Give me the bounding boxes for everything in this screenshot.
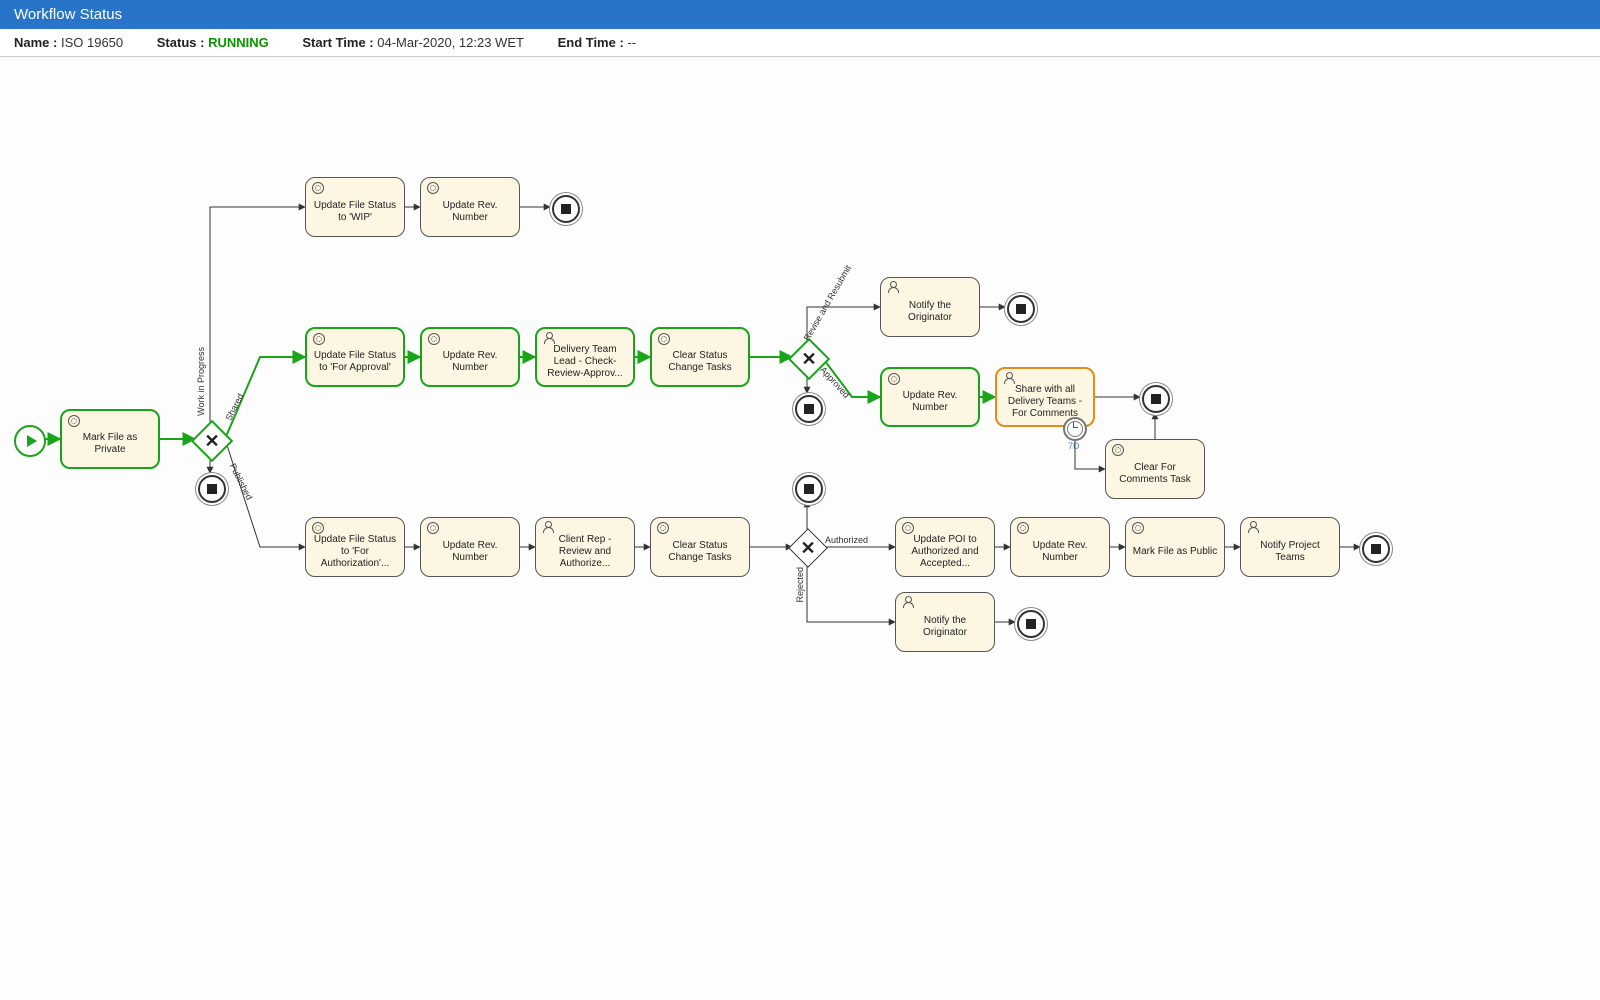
task-upd-for-approval[interactable]: Update File Status to 'For Approval' (305, 327, 405, 387)
meta-start-value: 04-Mar-2020, 12:23 WET (377, 35, 524, 50)
gw-label-shared: Shared (224, 392, 246, 422)
task-label: Update File Status to 'WIP' (312, 200, 398, 224)
gear-icon (1112, 444, 1124, 456)
task-label: Notify the Originator (887, 300, 973, 324)
gw-label-authorized: Authorized (825, 535, 868, 545)
gear-icon (888, 373, 900, 385)
task-mark-private[interactable]: Mark File as Private (60, 409, 160, 469)
task-clear-status-mid[interactable]: Clear Status Change Tasks (650, 327, 750, 387)
task-label: Update POI to Authorized and Accepted... (902, 534, 988, 570)
task-upd-poi[interactable]: Update POI to Authorized and Accepted... (895, 517, 995, 577)
gw-label-rejected: Rejected (795, 567, 805, 603)
task-upd-rev-top[interactable]: Update Rev. Number (420, 177, 520, 237)
task-delivery-lead[interactable]: Delivery Team Lead - Check-Review-Approv… (535, 327, 635, 387)
end-event-wip[interactable] (552, 195, 580, 223)
gear-icon (313, 333, 325, 345)
task-label: Update Rev. Number (428, 350, 512, 374)
gear-icon (658, 333, 670, 345)
meta-status-label: Status : (157, 35, 205, 50)
meta-start-label: Start Time : (302, 35, 373, 50)
end-event-g1[interactable] (198, 475, 226, 503)
user-icon (1247, 521, 1259, 533)
end-event-notify-top[interactable] (1007, 295, 1035, 323)
task-upd-for-auth[interactable]: Update File Status to 'For Authorization… (305, 517, 405, 577)
page-title: Workflow Status (14, 6, 122, 23)
gear-icon (1132, 522, 1144, 534)
task-label: Notify Project Teams (1247, 540, 1333, 564)
gateway-status[interactable]: ✕ (191, 420, 233, 462)
gear-icon (428, 333, 440, 345)
task-label: Delivery Team Lead - Check-Review-Approv… (543, 344, 627, 380)
task-label: Notify the Originator (902, 615, 988, 639)
end-event-pub[interactable] (1362, 535, 1390, 563)
timer-label: 7D (1068, 441, 1080, 451)
meta-name-value: ISO 19650 (61, 35, 123, 50)
gear-icon (657, 522, 669, 534)
end-event-share[interactable] (1142, 385, 1170, 413)
timer-event[interactable] (1063, 417, 1087, 441)
user-icon (1003, 372, 1015, 384)
task-upd-rev-mid[interactable]: Update Rev. Number (420, 327, 520, 387)
user-icon (542, 521, 554, 533)
end-event-notify-bot[interactable] (1017, 610, 1045, 638)
workflow-canvas[interactable]: Mark File as Private ✕ Work in Progress … (0, 57, 1600, 987)
user-icon (543, 332, 555, 344)
user-icon (887, 281, 899, 293)
meta-name-label: Name : (14, 35, 57, 50)
gear-icon (427, 182, 439, 194)
task-label: Update Rev. Number (1017, 540, 1103, 564)
task-client-rep[interactable]: Client Rep - Review and Authorize... (535, 517, 635, 577)
user-icon (902, 596, 914, 608)
gw-label-revise: Revise and Resubmit (802, 263, 853, 342)
task-upd-rev-pub2[interactable]: Update Rev. Number (1010, 517, 1110, 577)
gear-icon (68, 415, 80, 427)
meta-status-value: RUNNING (208, 35, 269, 50)
task-clear-comments[interactable]: Clear For Comments Task (1105, 439, 1205, 499)
gear-icon (312, 182, 324, 194)
task-upd-rev-share[interactable]: Update Rev. Number (880, 367, 980, 427)
meta-end-label: End Time : (558, 35, 624, 50)
end-event-g3[interactable] (795, 475, 823, 503)
gear-icon (1017, 522, 1029, 534)
workflow-meta-bar: Name : ISO 19650 Status : RUNNING Start … (0, 29, 1600, 57)
gw-label-published: Published (228, 462, 255, 502)
task-label: Update File Status to 'For Authorization… (312, 534, 398, 570)
task-label: Mark File as Public (1133, 546, 1217, 558)
gateway-authorization[interactable]: ✕ (788, 528, 828, 568)
task-mark-public[interactable]: Mark File as Public (1125, 517, 1225, 577)
page-header: Workflow Status (0, 0, 1600, 29)
end-event-g2[interactable] (795, 395, 823, 423)
task-label: Mark File as Private (68, 432, 152, 456)
task-upd-rev-pub[interactable]: Update Rev. Number (420, 517, 520, 577)
gear-icon (312, 522, 324, 534)
gw-label-approved: Approved (818, 365, 851, 400)
gw-label-wip: Work in Progress (196, 347, 206, 416)
gear-icon (902, 522, 914, 534)
gear-icon (427, 522, 439, 534)
task-label: Update Rev. Number (427, 200, 513, 224)
task-label: Clear For Comments Task (1112, 462, 1198, 486)
flow-connectors (0, 57, 1600, 987)
task-label: Update Rev. Number (427, 540, 513, 564)
task-label: Update File Status to 'For Approval' (313, 350, 397, 374)
task-label: Clear Status Change Tasks (658, 350, 742, 374)
task-label: Client Rep - Review and Authorize... (542, 534, 628, 570)
start-event[interactable] (14, 425, 46, 457)
task-clear-status-pub[interactable]: Clear Status Change Tasks (650, 517, 750, 577)
task-notify-orig-top[interactable]: Notify the Originator (880, 277, 980, 337)
task-upd-wip[interactable]: Update File Status to 'WIP' (305, 177, 405, 237)
task-label: Update Rev. Number (888, 390, 972, 414)
task-notify-teams[interactable]: Notify Project Teams (1240, 517, 1340, 577)
meta-end-value: -- (627, 35, 636, 50)
task-label: Share with all Delivery Teams - For Comm… (1003, 384, 1087, 420)
task-label: Clear Status Change Tasks (657, 540, 743, 564)
task-notify-orig-bot[interactable]: Notify the Originator (895, 592, 995, 652)
